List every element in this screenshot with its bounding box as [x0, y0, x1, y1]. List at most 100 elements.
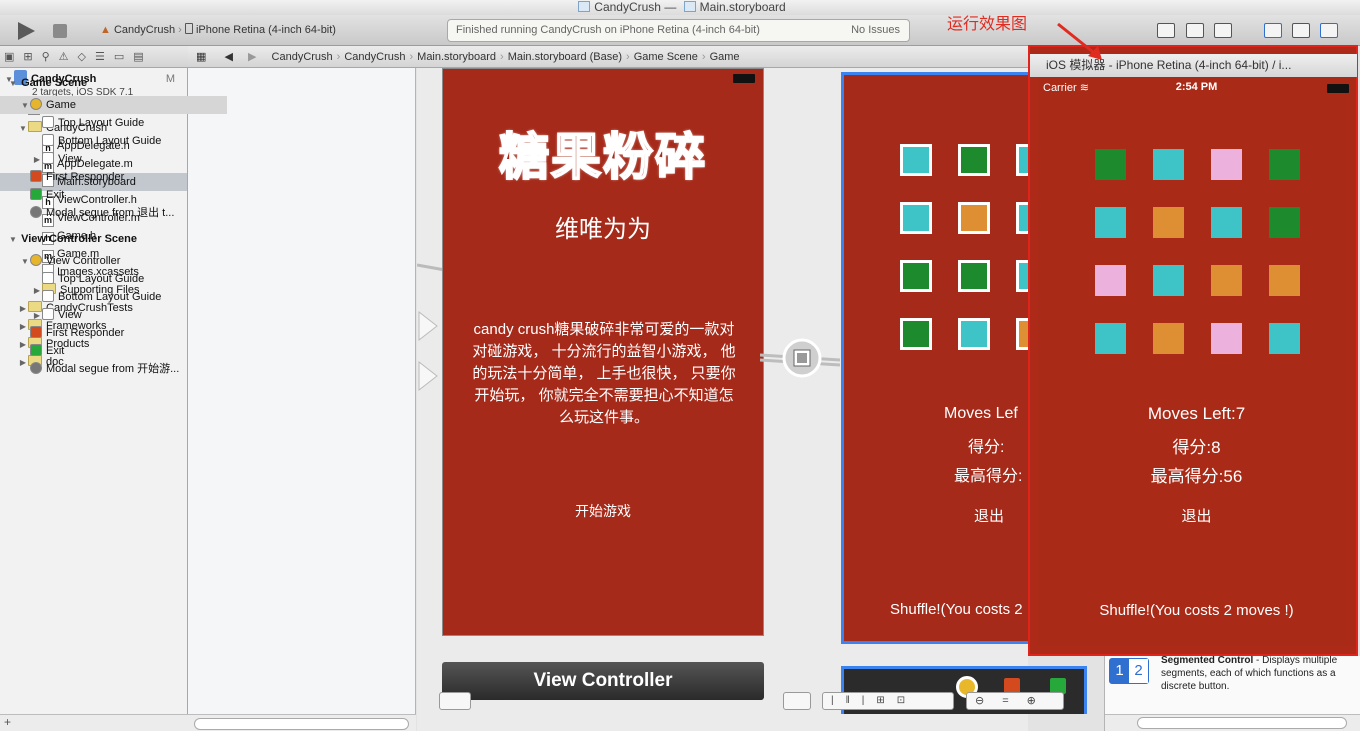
candy-tile[interactable] [1269, 207, 1300, 238]
segmented-control-icon[interactable]: 1 2 [1109, 658, 1149, 684]
candy-tile[interactable] [1269, 323, 1300, 354]
window-project-title: CandyCrush [594, 0, 661, 14]
exit-button[interactable]: 退出 [1038, 505, 1355, 526]
best-score-label: 最高得分:56 [1150, 467, 1243, 486]
view-controller-label[interactable]: View Controller [442, 662, 764, 700]
game-shuffle-button[interactable]: Shuffle!(You costs 2 [890, 601, 1023, 618]
candy-tile[interactable] [1153, 149, 1184, 180]
outline-item[interactable]: Bottom Layout Guide [0, 288, 227, 306]
breadcrumb-item[interactable]: Game Scene [634, 51, 698, 63]
outline-item[interactable]: Modal segue from 退出 t... [0, 204, 227, 222]
welcome-view-controller[interactable]: 糖果粉碎 维唯为为 candy crush糖果破碎非常可爱的一款对对碰游戏， 十… [442, 68, 764, 636]
outline-item[interactable]: First Responder [0, 168, 227, 186]
outline-item-label: Game [46, 99, 76, 111]
candy-tile[interactable] [958, 318, 990, 350]
breadcrumb-item[interactable]: CandyCrush [344, 51, 405, 63]
disclosure-icon[interactable]: ▼ [8, 231, 18, 249]
candy-tile[interactable] [1211, 149, 1242, 180]
outline-item[interactable]: ▼ Game [0, 96, 227, 114]
outline-item-label: Modal segue from 退出 t... [46, 207, 175, 219]
device-name: iPhone Retina (4-inch 64-bit) [195, 24, 336, 36]
run-button[interactable] [18, 22, 35, 40]
breadcrumb-item[interactable]: Game [710, 51, 740, 63]
candy-tile[interactable] [1095, 323, 1126, 354]
game-score-label: 得分: [968, 439, 1005, 456]
candy-tile[interactable] [1211, 323, 1242, 354]
game-exit-button[interactable]: 退出 [974, 505, 1004, 526]
outline-item-label: View [58, 309, 82, 321]
candy-tile[interactable] [1153, 207, 1184, 238]
candy-tile[interactable] [900, 318, 932, 350]
candy-tile[interactable] [1269, 265, 1300, 296]
outline-item[interactable]: ▼ View Controller [0, 252, 227, 270]
start-game-button[interactable]: 开始游戏 [443, 501, 763, 521]
breadcrumb-item[interactable]: CandyCrush [272, 51, 333, 63]
subtitle-label: 维唯为为 [555, 216, 651, 243]
candy-tile[interactable] [1211, 265, 1242, 296]
disclosure-icon[interactable]: ▼ [20, 97, 30, 115]
outline-toggle-button[interactable] [439, 692, 471, 710]
candy-tile[interactable] [1153, 265, 1184, 296]
segue-connection[interactable] [760, 330, 840, 390]
disclosure-icon[interactable]: ▶ [32, 307, 42, 325]
related-items-icon[interactable]: ▦ [196, 51, 207, 63]
library-filter-field[interactable] [1137, 717, 1347, 729]
back-arrow-icon[interactable]: ◀ [224, 51, 232, 63]
outline-scene-header[interactable]: ▼ View Controller Scene [0, 230, 227, 248]
outline-scene-header[interactable]: ▼ Game Scene [0, 74, 227, 92]
stop-button[interactable] [53, 24, 67, 38]
version-editor-icon[interactable] [1214, 23, 1232, 38]
candy-tile[interactable] [958, 260, 990, 292]
navigator-selector-bar[interactable]: ▣⊞⚲⚠◇☰▭▤ [0, 46, 188, 68]
forward-arrow-icon[interactable]: ▶ [248, 51, 256, 63]
library-item-description[interactable]: Segmented Control - Displays multiple se… [1161, 654, 1351, 693]
candy-tile[interactable] [1269, 149, 1300, 180]
utilities-toggle-icon[interactable] [1320, 23, 1338, 38]
disclosure-icon[interactable]: ▼ [8, 75, 18, 93]
shuffle-button[interactable]: Shuffle!(You costs 2 moves !) [1038, 602, 1355, 619]
candy-tile[interactable] [958, 202, 990, 234]
outline-item[interactable]: ▶ View [0, 306, 227, 324]
zoom-controls[interactable]: ⊖=⊕ [966, 692, 1064, 710]
outline-item[interactable]: Top Layout Guide [0, 270, 227, 288]
outline-item-label: Top Layout Guide [58, 273, 145, 285]
outline-item[interactable]: ▶ View [0, 150, 227, 168]
assistant-editor-icon[interactable] [1186, 23, 1204, 38]
candy-tile[interactable] [1095, 207, 1126, 238]
candy-tile[interactable] [900, 260, 932, 292]
candy-tile[interactable] [958, 144, 990, 176]
disclosure-icon[interactable]: ▼ [20, 253, 30, 271]
battery-icon [733, 74, 755, 83]
breadcrumb-item[interactable]: Main.storyboard [417, 51, 496, 63]
outline-item[interactable]: Exit [0, 342, 227, 360]
candy-tile[interactable] [1095, 149, 1126, 180]
game-best-label: 最高得分: [954, 468, 1023, 485]
outline-item[interactable]: First Responder [0, 324, 227, 342]
navigator-toggle-icon[interactable] [1264, 23, 1282, 38]
outline-item[interactable]: Exit [0, 186, 227, 204]
moves-left-label: Moves Left:7 [1147, 404, 1246, 423]
candy-tile[interactable] [900, 202, 932, 234]
candy-tile[interactable] [1095, 265, 1126, 296]
candy-tile[interactable] [1153, 323, 1184, 354]
add-file-icon[interactable]: + [4, 715, 11, 729]
outline-item[interactable]: Modal segue from 开始游... [0, 360, 227, 378]
simulator-screen[interactable]: Carrier ≋ 2:54 PM Moves Left:7 得分:8 最高得分… [1038, 78, 1355, 646]
form-factor-button[interactable] [783, 692, 811, 710]
scheme-name: CandyCrush [113, 24, 176, 36]
breadcrumb-separator: › [500, 51, 504, 63]
annotation-label: 运行效果图 [947, 16, 1028, 33]
standard-editor-icon[interactable] [1157, 23, 1175, 38]
debug-toggle-icon[interactable] [1292, 23, 1310, 38]
outline-item-label: First Responder [46, 171, 125, 183]
disclosure-icon[interactable]: ▶ [32, 151, 42, 169]
outline-filter-field[interactable] [194, 718, 409, 730]
candy-tile[interactable] [900, 144, 932, 176]
scheme-selector[interactable]: ▲ CandyCrush › iPhone Retina (4-inch 64-… [100, 23, 336, 36]
candy-tile[interactable] [1211, 207, 1242, 238]
outline-item[interactable]: Top Layout Guide [0, 114, 227, 132]
outline-item[interactable]: Bottom Layout Guide [0, 132, 227, 150]
layout-controls[interactable]: |‖|⊞⊡ [822, 692, 954, 710]
breadcrumb-item[interactable]: Main.storyboard (Base) [508, 51, 622, 63]
outline-item-label: View Controller [46, 255, 121, 267]
